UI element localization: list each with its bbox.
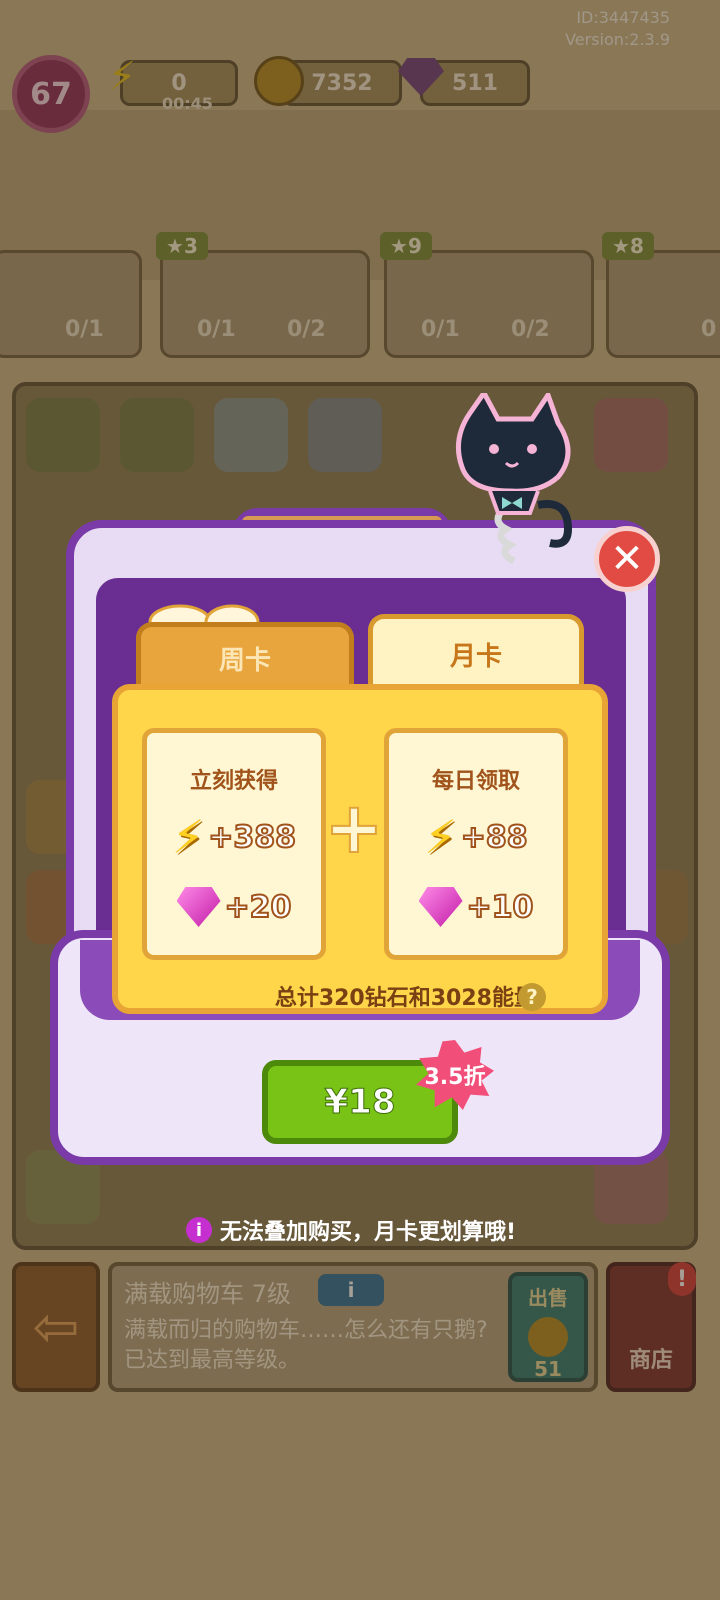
gem-icon xyxy=(176,887,221,927)
instant-reward-card: 立刻获得 ⚡ +388 +20 xyxy=(142,728,326,960)
energy-bolt-icon: ⚡ xyxy=(171,810,205,864)
tab-weekly-card[interactable]: 周卡 xyxy=(136,622,354,690)
instant-energy-row: ⚡ +388 xyxy=(147,809,321,865)
daily-reward-card: 每日领取 ⚡ +88 +10 xyxy=(384,728,568,960)
plus-icon: + xyxy=(324,786,385,870)
notice-text: 无法叠加购买，月卡更划算哦! xyxy=(220,1220,517,1245)
daily-energy-amount: +88 xyxy=(460,819,529,856)
daily-reward-title: 每日领取 xyxy=(431,769,520,794)
daily-gem-row: +10 xyxy=(389,879,563,935)
info-icon: i xyxy=(186,1217,212,1243)
close-button[interactable]: ✕ xyxy=(594,526,660,592)
daily-energy-row: ⚡ +88 xyxy=(389,809,563,865)
total-rewards-text: 总计320钻石和3028能量! xyxy=(274,986,546,1011)
tab-monthly-card[interactable]: 月卡 xyxy=(368,614,584,690)
energy-bolt-icon: ⚡ xyxy=(424,810,457,864)
black-cat-mascot xyxy=(455,393,573,565)
instant-gem-amount: +20 xyxy=(224,889,293,926)
purchase-notice: i 无法叠加购买，月卡更划算哦! xyxy=(186,1214,546,1246)
instant-reward-title: 立刻获得 xyxy=(189,769,278,794)
instant-gem-row: +20 xyxy=(147,879,321,935)
instant-energy-amount: +388 xyxy=(207,819,297,856)
daily-gem-amount: +10 xyxy=(466,889,535,926)
help-icon[interactable]: ? xyxy=(518,983,546,1011)
gem-icon xyxy=(418,887,463,927)
